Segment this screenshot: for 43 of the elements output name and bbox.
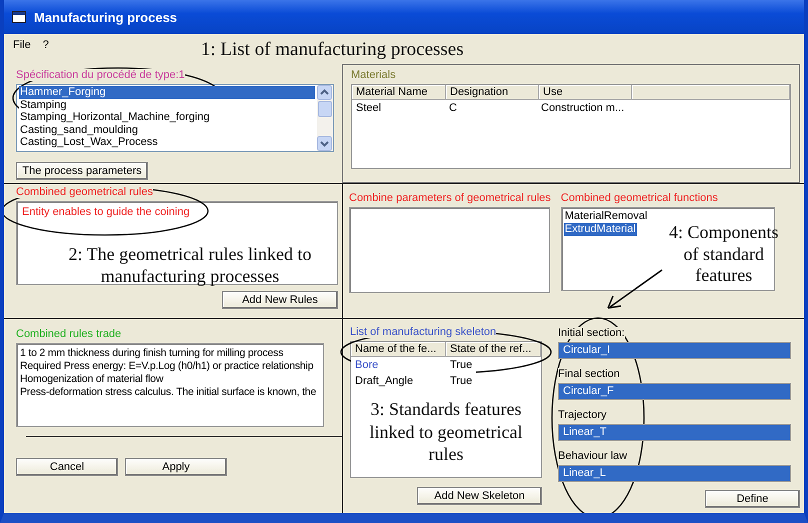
text-line: Homogenization of material flow	[20, 373, 164, 386]
rule-text: Entity enables to guide the coining	[21, 205, 191, 220]
column-header[interactable]: Designation	[446, 85, 539, 100]
section-field[interactable]: Linear_T	[558, 424, 791, 441]
section-label: Combine parameters of geometrical rules	[349, 192, 551, 204]
field-label: Initial section:	[558, 327, 625, 339]
field-label: Trajectory	[558, 409, 606, 421]
list-item[interactable]: ExtrudMaterial	[564, 223, 637, 236]
section-field[interactable]: Circular_I	[558, 342, 791, 359]
field-label: Final section	[558, 368, 620, 380]
annotation-text: 2: The geometrical rules linked to manufacturing processes	[67, 244, 313, 288]
scroll-thumb[interactable]	[318, 101, 332, 117]
annotation-text: 3: Standards features linked to geometrical rules	[368, 398, 524, 466]
annotation-arrow	[607, 269, 662, 309]
action-button[interactable]: Apply	[125, 458, 227, 476]
window-title: Manufacturing process	[34, 10, 178, 24]
column-header[interactable]: Use	[539, 85, 632, 100]
field-label: Behaviour law	[558, 450, 628, 462]
action-button[interactable]: Cancel	[16, 458, 118, 476]
column-header[interactable]: Material Name	[352, 85, 446, 100]
parameters-list[interactable]	[349, 207, 550, 293]
rules-trade-box[interactable]	[16, 343, 324, 427]
text-line: Press-deformation stress calculus. The initial surface is known, the	[20, 386, 318, 399]
section-label: Combined geometrical rules	[16, 186, 153, 198]
text-line: Required Press energy: E=V.p.Log (h0/h1) or practice relationship	[20, 360, 314, 373]
scroll-down-icon[interactable]	[317, 136, 332, 151]
menu-item[interactable]: File	[13, 39, 31, 51]
rules-box[interactable]: Entity enables to guide the coining 2: The geometrical rules linked to manufacturing processes	[16, 201, 338, 285]
define-button[interactable]: Define	[705, 490, 800, 508]
add-rules-button[interactable]: Add New Rules	[222, 291, 338, 309]
menu-item[interactable]: ?	[42, 39, 49, 51]
text-line: 1 to 2 mm thickness during finish turning for milling process	[20, 347, 284, 360]
add-skeleton-button[interactable]: Add New Skeleton	[417, 487, 542, 505]
section-label: Combined geometrical functions	[560, 192, 718, 204]
section-label: Combined rules trade	[16, 328, 122, 340]
annotation-text: 1: List of manufacturing processes	[200, 38, 464, 62]
scroll-up-icon[interactable]	[317, 85, 332, 100]
window-icon	[12, 11, 26, 23]
section-field[interactable]: Linear_L	[558, 465, 791, 482]
process-parameters-button[interactable]: The process parameters	[16, 162, 148, 180]
list-item[interactable]: MaterialRemoval	[564, 210, 648, 223]
scrollbar[interactable]	[317, 85, 333, 151]
section-field[interactable]: Circular_F	[558, 383, 791, 400]
